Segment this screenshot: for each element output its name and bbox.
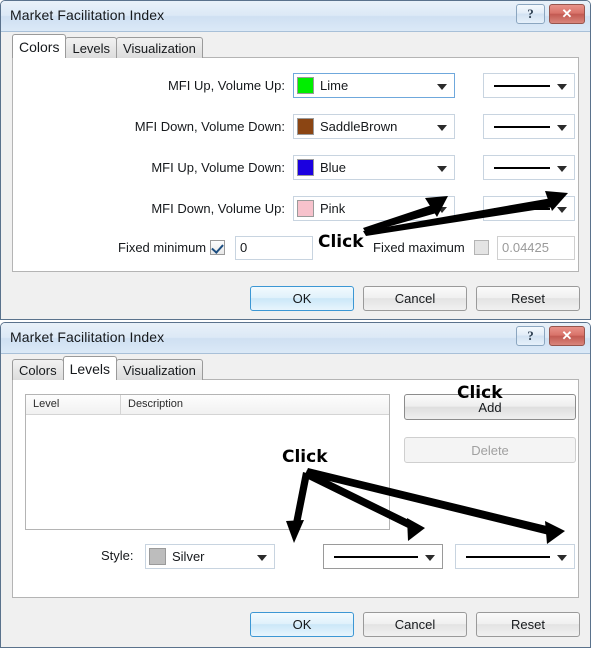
buttonrow-colors: OK Cancel Reset	[250, 286, 580, 311]
annotation-click-style: Click	[282, 447, 328, 467]
tab-levels[interactable]: Levels	[65, 37, 118, 58]
reset-button[interactable]: Reset	[476, 286, 580, 311]
row-mfi-up-volume-up: MFI Up, Volume Up: Lime	[13, 73, 578, 99]
buttonrow-levels: OK Cancel Reset	[250, 612, 580, 637]
chevron-down-icon[interactable]	[257, 554, 267, 561]
line-style-preview-icon	[334, 555, 418, 558]
cancel-button[interactable]: Cancel	[363, 612, 467, 637]
style-color-combo[interactable]: Silver	[145, 544, 275, 569]
help-icon[interactable]: ?	[516, 326, 545, 346]
color-swatch-blue	[297, 159, 314, 176]
color-combo-mfi-up-volume-down[interactable]: Blue	[293, 155, 455, 180]
line-style-preview-icon	[494, 125, 550, 128]
chevron-down-icon[interactable]	[557, 83, 567, 90]
color-swatch-silver	[149, 548, 166, 565]
linestyle-combo-4[interactable]	[483, 196, 575, 221]
help-icon[interactable]: ?	[516, 4, 545, 24]
tab-visualization[interactable]: Visualization	[116, 359, 203, 380]
input-fixed-maximum[interactable]: 0.04425	[497, 236, 575, 260]
chevron-down-icon[interactable]	[557, 165, 567, 172]
cancel-button[interactable]: Cancel	[363, 286, 467, 311]
label-mfi-down-volume-down: MFI Down, Volume Down:	[134, 119, 285, 134]
annotation-click-add: Click	[457, 383, 503, 403]
panel-levels: Level Description Add Delete Style: Silv…	[12, 379, 579, 598]
row-style: Style: Silver	[13, 544, 578, 569]
row-mfi-down-volume-down: MFI Down, Volume Down: SaddleBrown	[13, 114, 578, 140]
column-header-level[interactable]: Level	[26, 395, 121, 414]
ok-button[interactable]: OK	[250, 286, 354, 311]
style-linestyle-combo[interactable]	[323, 544, 443, 569]
window-buttons: ? ✕	[516, 326, 585, 346]
annotation-click-colors: Click	[318, 232, 364, 252]
tabstrip-colors: Colors Levels Visualization	[12, 34, 203, 58]
chevron-down-icon[interactable]	[557, 554, 567, 561]
titlebar-colors: Market Facilitation Index ? ✕	[1, 1, 590, 32]
linestyle-combo-3[interactable]	[483, 155, 575, 180]
color-swatch-saddlebrown	[297, 118, 314, 135]
levels-table[interactable]: Level Description	[25, 394, 390, 530]
panel-colors: MFI Up, Volume Up: Lime MFI Down, Volume…	[12, 57, 579, 272]
checkbox-fixed-maximum[interactable]	[474, 240, 489, 255]
reset-button[interactable]: Reset	[476, 612, 580, 637]
close-icon[interactable]: ✕	[549, 326, 585, 346]
line-style-preview-icon	[494, 166, 550, 169]
color-swatch-pink	[297, 200, 314, 217]
chevron-down-icon[interactable]	[437, 124, 447, 131]
line-style-preview-icon	[494, 207, 550, 210]
label-mfi-up-volume-down: MFI Up, Volume Down:	[151, 160, 285, 175]
input-fixed-minimum[interactable]: 0	[235, 236, 313, 260]
linestyle-combo-1[interactable]	[483, 73, 575, 98]
dialog-market-facilitation-index-levels: Market Facilitation Index ? ✕ Colors Lev…	[0, 322, 591, 648]
color-combo-mfi-up-volume-up[interactable]: Lime	[293, 73, 455, 98]
chevron-down-icon[interactable]	[557, 124, 567, 131]
label-mfi-down-volume-up: MFI Down, Volume Up:	[151, 201, 285, 216]
tab-visualization[interactable]: Visualization	[116, 37, 203, 58]
label-fixed-maximum: Fixed maximum	[373, 240, 465, 255]
levels-table-header: Level Description	[26, 395, 389, 415]
color-swatch-lime	[297, 77, 314, 94]
color-combo-mfi-down-volume-down[interactable]: SaddleBrown	[293, 114, 455, 139]
label-style: Style:	[101, 548, 134, 563]
linestyle-combo-2[interactable]	[483, 114, 575, 139]
row-mfi-up-volume-down: MFI Up, Volume Down: Blue	[13, 155, 578, 181]
style-linewidth-combo[interactable]	[455, 544, 575, 569]
close-icon[interactable]: ✕	[549, 4, 585, 24]
checkbox-fixed-minimum[interactable]	[210, 240, 225, 255]
chevron-down-icon[interactable]	[437, 83, 447, 90]
row-mfi-down-volume-up: MFI Down, Volume Up: Pink	[13, 196, 578, 222]
delete-button[interactable]: Delete	[404, 437, 576, 463]
row-fixed-range: Fixed minimum 0 Fixed maximum 0.04425	[13, 236, 578, 260]
label-mfi-up-volume-up: MFI Up, Volume Up:	[167, 78, 285, 93]
color-combo-value: Blue	[320, 160, 347, 175]
column-header-description[interactable]: Description	[121, 395, 389, 414]
ok-button[interactable]: OK	[250, 612, 354, 637]
window-buttons: ? ✕	[516, 4, 585, 24]
color-combo-value: Pink	[320, 201, 346, 216]
chevron-down-icon[interactable]	[425, 554, 435, 561]
screenshot-root: Market Facilitation Index ? ✕ Colors Lev…	[0, 0, 591, 648]
line-width-preview-icon	[466, 555, 550, 558]
window-title: Market Facilitation Index	[10, 329, 165, 345]
tabstrip-levels: Colors Levels Visualization	[12, 356, 203, 380]
color-combo-value: SaddleBrown	[320, 119, 398, 134]
style-color-value: Silver	[172, 549, 205, 564]
tab-colors[interactable]: Colors	[12, 359, 64, 380]
titlebar-levels: Market Facilitation Index ? ✕	[1, 323, 590, 354]
color-combo-mfi-down-volume-up[interactable]: Pink	[293, 196, 455, 221]
chevron-down-icon[interactable]	[437, 165, 447, 172]
label-fixed-minimum: Fixed minimum	[118, 240, 207, 255]
chevron-down-icon[interactable]	[437, 206, 447, 213]
tab-colors[interactable]: Colors	[12, 34, 67, 58]
color-combo-value: Lime	[320, 78, 349, 93]
tab-levels[interactable]: Levels	[62, 356, 118, 380]
dialog-market-facilitation-index-colors: Market Facilitation Index ? ✕ Colors Lev…	[0, 0, 591, 320]
chevron-down-icon[interactable]	[557, 206, 567, 213]
line-style-preview-icon	[494, 84, 550, 87]
window-title: Market Facilitation Index	[10, 7, 165, 23]
